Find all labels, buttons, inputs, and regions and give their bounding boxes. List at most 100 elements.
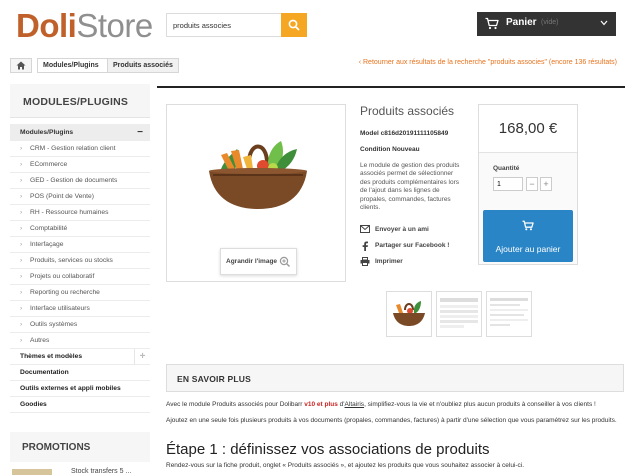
sidebar-item-label: Goodies — [20, 401, 47, 408]
cart-icon — [485, 17, 499, 30]
sidebar-item-outils-externes[interactable]: Outils externes et appli mobiles — [10, 381, 150, 397]
chevron-right-icon: › — [20, 241, 23, 248]
breadcrumb-home[interactable] — [10, 58, 32, 73]
sidebar-item-label: Documentation — [20, 369, 69, 376]
search-icon — [288, 19, 300, 31]
quantity-decrease-button[interactable]: − — [526, 177, 538, 191]
chevron-right-icon: › — [20, 337, 23, 344]
sidebar-item-themes[interactable]: Thèmes et modèles + — [10, 349, 150, 365]
cart-empty-status: (vide) — [541, 19, 559, 26]
chevron-right-icon: › — [20, 177, 23, 184]
intro-text-c: , simplifiez-vous la vie et n'oubliez pl… — [364, 401, 596, 408]
sidebar-item-crm[interactable]: › CRM - Gestion relation client — [10, 141, 150, 157]
sidebar-item-label: POS (Point de Vente) — [30, 193, 94, 200]
thumbnail-3[interactable] — [486, 291, 532, 337]
sidebar-item-ecommerce[interactable]: › ECommerce — [10, 157, 150, 173]
product-price: 168,00 € — [479, 105, 577, 153]
chevron-right-icon: › — [20, 193, 23, 200]
promo-thumbnail[interactable] — [12, 469, 52, 475]
promotions-title: PROMOTIONS — [22, 442, 91, 453]
add-to-cart-button[interactable]: Ajouter au panier — [483, 210, 573, 262]
envelope-icon — [360, 225, 370, 233]
sidebar-item-comptabilite[interactable]: › Comptabilité — [10, 221, 150, 237]
promo-item-link[interactable]: Stock transfers 5 ... — [71, 468, 131, 475]
sidebar-item-label: CRM - Gestion relation client — [30, 145, 116, 152]
cart-icon — [522, 220, 534, 231]
condition-label: Condition — [360, 146, 391, 153]
screenshot-thumbnail — [490, 298, 528, 326]
more-info-header: EN SAVOIR PLUS — [166, 364, 624, 392]
basket-image — [209, 141, 307, 209]
back-link-label: Retourner aux résultats de la recherche … — [363, 59, 617, 66]
altairis-link[interactable]: Altairis — [345, 401, 365, 408]
buy-box: 168,00 € Quantité − + Ajouter au panier — [478, 104, 578, 265]
sidebar-item-pos[interactable]: › POS (Point de Vente) — [10, 189, 150, 205]
sidebar-item-reporting[interactable]: › Reporting ou recherche — [10, 285, 150, 301]
product-model: Model c816d20191111105849 — [360, 130, 448, 137]
sidebar-item-interface[interactable]: › Interface utilisateurs — [10, 301, 150, 317]
intro-text-a: Avec le module Produits associés pour Do… — [166, 401, 305, 408]
sidebar-item-outils[interactable]: › Outils systèmes — [10, 317, 150, 333]
model-value: c816d20191111105849 — [380, 130, 449, 137]
printer-icon — [360, 257, 370, 266]
zoom-label: Agrandir l'image — [226, 258, 278, 265]
step-paragraph: Rendez-vous sur la fiche produit, onglet… — [166, 462, 525, 469]
chevron-right-icon: › — [20, 305, 23, 312]
sidebar-header: MODULES/PLUGINS — [10, 84, 150, 118]
sidebar-item-autres[interactable]: › Autres — [10, 333, 150, 349]
sidebar-item-produits[interactable]: › Produits, services ou stocks — [10, 253, 150, 269]
product-condition: Condition Nouveau — [360, 146, 420, 153]
plus-icon[interactable]: + — [134, 349, 150, 365]
quantity-label: Quantité — [493, 165, 520, 172]
sidebar-item-label: Modules/Plugins — [20, 129, 74, 136]
breadcrumb-section[interactable]: Modules/Plugins — [37, 58, 108, 73]
chevron-right-icon: › — [20, 289, 23, 296]
zoom-button[interactable]: Agrandir l'image — [220, 248, 297, 275]
logo-part2: Store — [76, 7, 153, 44]
content-divider — [157, 86, 625, 88]
add-to-cart-label: Ajouter au panier — [495, 244, 561, 254]
sidebar-item-label: Autres — [30, 337, 50, 344]
sidebar-item-modules[interactable]: Modules/Plugins − — [10, 124, 150, 141]
back-to-results-link[interactable]: ‹ Retourner aux résultats de la recherch… — [359, 59, 617, 66]
step-heading: Étape 1 : définissez vos associations de… — [166, 441, 490, 458]
model-label: Model — [360, 130, 379, 137]
quantity-input[interactable] — [493, 177, 523, 191]
thumbnail-1[interactable] — [386, 291, 432, 337]
chevron-right-icon: › — [20, 257, 23, 264]
sidebar-item-label: Outils externes et appli mobiles — [20, 385, 121, 392]
magnifier-plus-icon — [279, 256, 290, 267]
description-paragraph: Ajoutez en une seule fois plusieurs prod… — [166, 417, 617, 424]
logo[interactable]: DoliStore — [16, 8, 153, 44]
chevron-right-icon: › — [20, 209, 23, 216]
basket-thumbnail — [393, 301, 425, 326]
sidebar-item-interfacage[interactable]: › Interfaçage — [10, 237, 150, 253]
quantity-increase-button[interactable]: + — [540, 177, 552, 191]
sidebar-item-rh[interactable]: › RH - Ressource humaines — [10, 205, 150, 221]
search-bar — [166, 13, 307, 37]
sidebar-item-label: Interfaçage — [30, 241, 64, 248]
product-image[interactable]: Agrandir l'image — [166, 104, 346, 282]
chevron-right-icon: › — [20, 225, 23, 232]
minus-icon[interactable]: − — [137, 124, 143, 141]
share-facebook-label: Partager sur Facebook ! — [375, 242, 450, 249]
print-label: Imprimer — [375, 258, 403, 265]
sidebar-title: MODULES/PLUGINS — [23, 96, 129, 108]
plus-icon: + — [543, 179, 549, 189]
logo-part1: Doli — [16, 7, 77, 44]
sidebar-item-label: Comptabilité — [30, 225, 68, 232]
sidebar-item-goodies[interactable]: Goodies — [10, 397, 150, 413]
search-button[interactable] — [281, 13, 307, 37]
search-input[interactable] — [166, 13, 281, 37]
sidebar-item-documentation[interactable]: Documentation — [10, 365, 150, 381]
chevron-right-icon: › — [20, 321, 23, 328]
thumbnail-2[interactable] — [436, 291, 482, 337]
condition-value: Nouveau — [392, 146, 420, 153]
chevron-right-icon: › — [20, 145, 23, 152]
minus-icon: − — [529, 179, 535, 189]
send-to-friend-label: Envoyer à un ami — [375, 226, 429, 233]
cart-button[interactable]: Panier (vide) — [477, 12, 616, 36]
sidebar-item-label: GED - Gestion de documents — [30, 177, 118, 184]
sidebar-item-ged[interactable]: › GED - Gestion de documents — [10, 173, 150, 189]
sidebar-item-projets[interactable]: › Projets ou collaboratif — [10, 269, 150, 285]
